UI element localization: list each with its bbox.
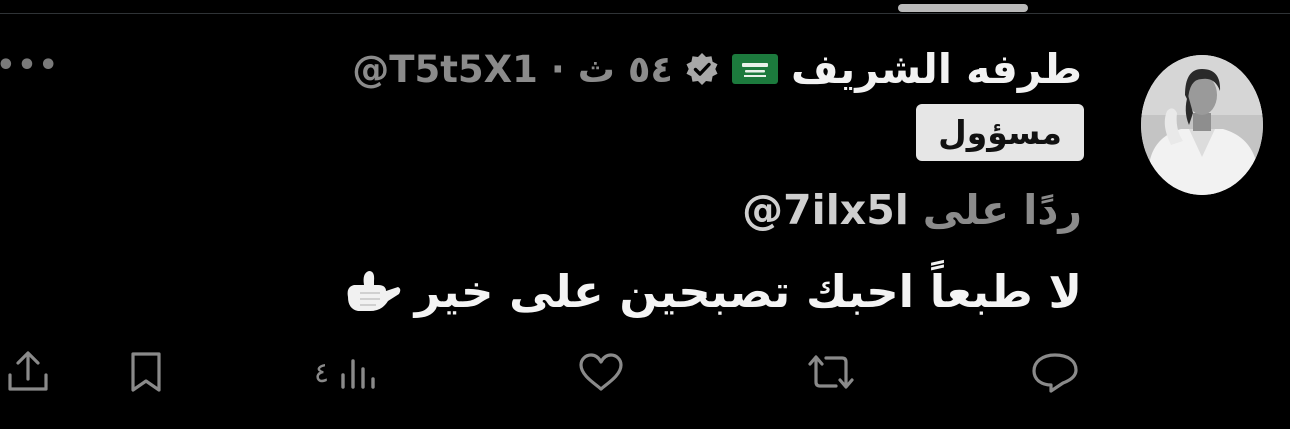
reply-prefix: ردًا على [922, 186, 1082, 234]
like-button[interactable] [576, 346, 626, 398]
drag-handle[interactable] [898, 4, 1028, 12]
share-icon [8, 351, 48, 391]
share-button[interactable] [4, 346, 52, 398]
avatar-image [1141, 55, 1263, 195]
top-divider [0, 13, 1290, 14]
display-name[interactable]: طرفه الشريف [791, 45, 1082, 93]
role-badge: مسؤول [916, 104, 1084, 161]
handle-and-time[interactable]: @T5t5X1 · ٥٤ ث [352, 48, 673, 91]
reply-button[interactable] [1030, 346, 1080, 398]
reply-context: ردًا على @7ilx5l [742, 184, 1082, 236]
tweet-header: طرفه الشريف @T5t5X1 · ٥٤ ث [352, 40, 1082, 98]
bookmark-button[interactable] [124, 346, 168, 398]
bookmark-icon [131, 352, 161, 392]
tweet-body: لا طبعاً احبك تصبحين على خير [414, 264, 1082, 318]
retweet-button[interactable] [804, 346, 858, 398]
call-me-hand-emoji [341, 266, 403, 316]
avatar[interactable] [1141, 55, 1263, 195]
verified-badge-icon [685, 52, 719, 86]
views-icon [341, 359, 375, 389]
retweet-icon [808, 355, 854, 389]
views-button[interactable]: ٤ [314, 346, 381, 398]
role-badge-label: مسؤول [938, 113, 1062, 152]
views-count: ٤ [314, 355, 330, 389]
reply-icon [1032, 353, 1078, 393]
like-icon [579, 353, 623, 391]
tweet-text: لا طبعاً احبك تصبحين على خير [341, 260, 1082, 322]
top-bar [0, 0, 1290, 14]
saudi-flag-icon [731, 54, 779, 84]
more-options-icon[interactable]: ••• [0, 48, 58, 83]
reply-to-handle[interactable]: @7ilx5l [742, 186, 909, 234]
